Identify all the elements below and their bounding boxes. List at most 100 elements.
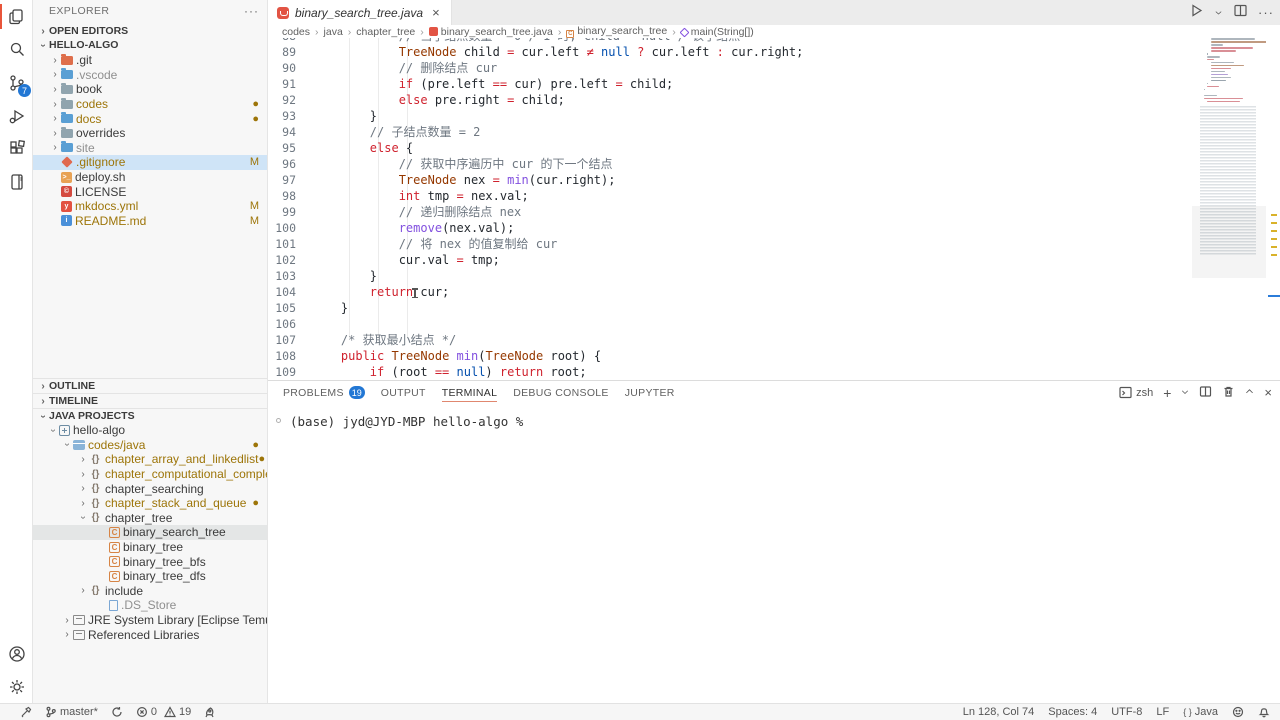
code-line[interactable]: 108 public TreeNode min(TreeNode root) { xyxy=(268,348,1280,364)
line-col-indicator[interactable]: Ln 128, Col 74 xyxy=(963,706,1035,718)
account-icon[interactable] xyxy=(0,637,33,670)
java-tree-row[interactable]: ›{}include xyxy=(33,584,267,599)
java-tree-row[interactable]: Cbinary_tree_bfs xyxy=(33,554,267,569)
file-row[interactable]: ›.git xyxy=(33,53,267,68)
java-tree-row[interactable]: Cbinary_tree_dfs xyxy=(33,569,267,584)
code-line[interactable]: 93 } xyxy=(268,108,1280,124)
tab-close-icon[interactable]: × xyxy=(430,5,442,20)
file-row[interactable]: ›overrides xyxy=(33,126,267,141)
java-ready-rocket-status[interactable] xyxy=(204,706,216,718)
code-line[interactable]: 96 // 获取中序遍历中 cur 的下一个结点 xyxy=(268,156,1280,172)
explorer-icon[interactable] xyxy=(0,0,33,33)
terminal[interactable]: (base) jyd@JYD-MBP hello-algo % xyxy=(268,404,1280,703)
explorer-more-actions[interactable]: ··· xyxy=(244,4,259,18)
indentation-indicator[interactable]: Spaces: 4 xyxy=(1048,706,1097,718)
file-row[interactable]: ›site xyxy=(33,141,267,156)
close-panel-icon[interactable]: × xyxy=(1264,385,1272,400)
extensions-icon[interactable] xyxy=(0,132,33,165)
minimap[interactable] xyxy=(1192,38,1266,338)
feedback-smiley-icon[interactable] xyxy=(1232,706,1244,718)
file-row[interactable]: ›.vscode xyxy=(33,68,267,83)
run-debug-icon[interactable] xyxy=(0,99,33,132)
notebook-icon[interactable] xyxy=(0,165,33,198)
file-row[interactable]: ymkdocs.ymlM xyxy=(33,199,267,214)
code-line[interactable]: 109 if (root == null) return root; xyxy=(268,364,1280,380)
code-area[interactable]: 88 // 当子结点数量 = 0 / 1 时, child = null / 该… xyxy=(268,38,1280,380)
java-tree-row[interactable]: Cbinary_tree xyxy=(33,540,267,555)
java-tree-row[interactable]: ›codes/java● xyxy=(33,438,267,453)
java-build-status[interactable] xyxy=(20,706,32,718)
breadcrumb-item[interactable]: binary_search_tree.java xyxy=(429,26,553,38)
code-line[interactable]: 90 // 删除结点 cur xyxy=(268,60,1280,76)
breadcrumb-item[interactable]: main(String[]) xyxy=(681,26,754,38)
breadcrumb-item[interactable]: java xyxy=(324,26,343,38)
java-tree-row[interactable]: ›{}chapter_tree xyxy=(33,511,267,526)
root-folder-section[interactable]: ›HELLO-ALGO xyxy=(33,38,267,52)
panel-tab-terminal[interactable]: TERMINAL xyxy=(442,381,498,404)
code-line[interactable]: 103 } xyxy=(268,268,1280,284)
code-line[interactable]: 89 TreeNode child = cur.left ≠ null ? cu… xyxy=(268,44,1280,60)
code-line[interactable]: 101 // 将 nex 的值复制给 cur xyxy=(268,236,1280,252)
code-line[interactable]: 107 /* 获取最小结点 */ xyxy=(268,332,1280,348)
code-line[interactable]: 99 // 递归删除结点 nex xyxy=(268,204,1280,220)
code-line[interactable]: 95 else { xyxy=(268,140,1280,156)
code-line[interactable]: 100 remove(nex.val); xyxy=(268,220,1280,236)
settings-gear-icon[interactable] xyxy=(0,670,33,703)
shell-selector[interactable]: zsh xyxy=(1119,386,1153,399)
maximize-panel-icon[interactable] xyxy=(1245,387,1254,399)
file-row[interactable]: >_deploy.sh xyxy=(33,170,267,185)
more-actions-icon[interactable]: ··· xyxy=(1258,5,1274,20)
breadcrumb-item[interactable]: Cbinary_search_tree xyxy=(566,25,667,38)
file-row[interactable]: .gitignoreM xyxy=(33,155,267,170)
file-row[interactable]: ©LICENSE xyxy=(33,184,267,199)
run-dropdown-icon[interactable] xyxy=(1214,4,1223,22)
source-control-icon[interactable]: 7 xyxy=(0,66,33,99)
problems-status[interactable]: 0 19 xyxy=(136,706,191,718)
code-line[interactable]: 102 cur.val = tmp; xyxy=(268,252,1280,268)
java-tree-row[interactable]: Cbinary_search_tree xyxy=(33,525,267,540)
terminal-dropdown-icon[interactable] xyxy=(1181,387,1189,399)
java-tree-row[interactable]: ›JRE System Library [Eclipse Temurin 17 … xyxy=(33,613,267,628)
split-editor-icon[interactable] xyxy=(1233,3,1248,23)
java-tree-row[interactable]: ›{}chapter_array_and_linkedlist● xyxy=(33,452,267,467)
run-file-button[interactable] xyxy=(1189,3,1204,23)
minimap-slider[interactable] xyxy=(1192,206,1266,278)
java-tree-row[interactable]: ›hello-algo xyxy=(33,423,267,438)
code-line[interactable]: 106 xyxy=(268,316,1280,332)
java-tree-row[interactable]: ›Referenced Libraries xyxy=(33,627,267,642)
file-row[interactable]: ›docs● xyxy=(33,111,267,126)
encoding-indicator[interactable]: UTF-8 xyxy=(1111,706,1142,718)
panel-tab-output[interactable]: OUTPUT xyxy=(381,381,426,404)
file-row[interactable]: ›book xyxy=(33,82,267,97)
code-line[interactable]: 91 if (pre.left == cur) pre.left = child… xyxy=(268,76,1280,92)
new-terminal-icon[interactable]: + xyxy=(1163,385,1171,401)
git-branch-status[interactable]: master* xyxy=(45,706,98,718)
sync-changes-button[interactable] xyxy=(111,706,123,718)
java-tree-row[interactable]: ›{}chapter_stack_and_queue● xyxy=(33,496,267,511)
kill-terminal-icon[interactable] xyxy=(1222,385,1235,401)
file-row[interactable]: ›codes● xyxy=(33,97,267,112)
java-projects-section[interactable]: ›JAVA PROJECTS xyxy=(33,408,267,423)
breadcrumb-item[interactable]: chapter_tree xyxy=(356,26,415,38)
outline-section[interactable]: ›OUTLINE xyxy=(33,378,267,393)
language-mode-indicator[interactable]: { } Java xyxy=(1183,706,1218,718)
panel-tab-jupyter[interactable]: JUPYTER xyxy=(625,381,675,404)
tab-binary-search-tree[interactable]: binary_search_tree.java × xyxy=(268,0,452,25)
split-terminal-icon[interactable] xyxy=(1199,385,1212,401)
code-line[interactable]: 104 return cur; xyxy=(268,284,1280,300)
code-line[interactable]: 97 TreeNode nex = min(cur.right); xyxy=(268,172,1280,188)
panel-tab-debug-console[interactable]: DEBUG CONSOLE xyxy=(513,381,609,404)
code-line[interactable]: 98 int tmp = nex.val; xyxy=(268,188,1280,204)
open-editors-section[interactable]: ›OPEN EDITORS xyxy=(33,24,267,38)
breadcrumb-item[interactable]: codes xyxy=(282,26,310,38)
notifications-bell-icon[interactable] xyxy=(1258,706,1270,718)
search-icon[interactable] xyxy=(0,33,33,66)
code-line[interactable]: 92 else pre.right = child; xyxy=(268,92,1280,108)
timeline-section[interactable]: ›TIMELINE xyxy=(33,393,267,408)
java-tree-row[interactable]: ›{}chapter_computational_complexity● xyxy=(33,467,267,482)
java-tree-row[interactable]: ›{}chapter_searching xyxy=(33,481,267,496)
file-row[interactable]: iREADME.mdM xyxy=(33,214,267,229)
panel-tab-problems[interactable]: PROBLEMS19 xyxy=(283,381,365,404)
eol-indicator[interactable]: LF xyxy=(1156,706,1169,718)
code-line[interactable]: 94 // 子结点数量 = 2 xyxy=(268,124,1280,140)
